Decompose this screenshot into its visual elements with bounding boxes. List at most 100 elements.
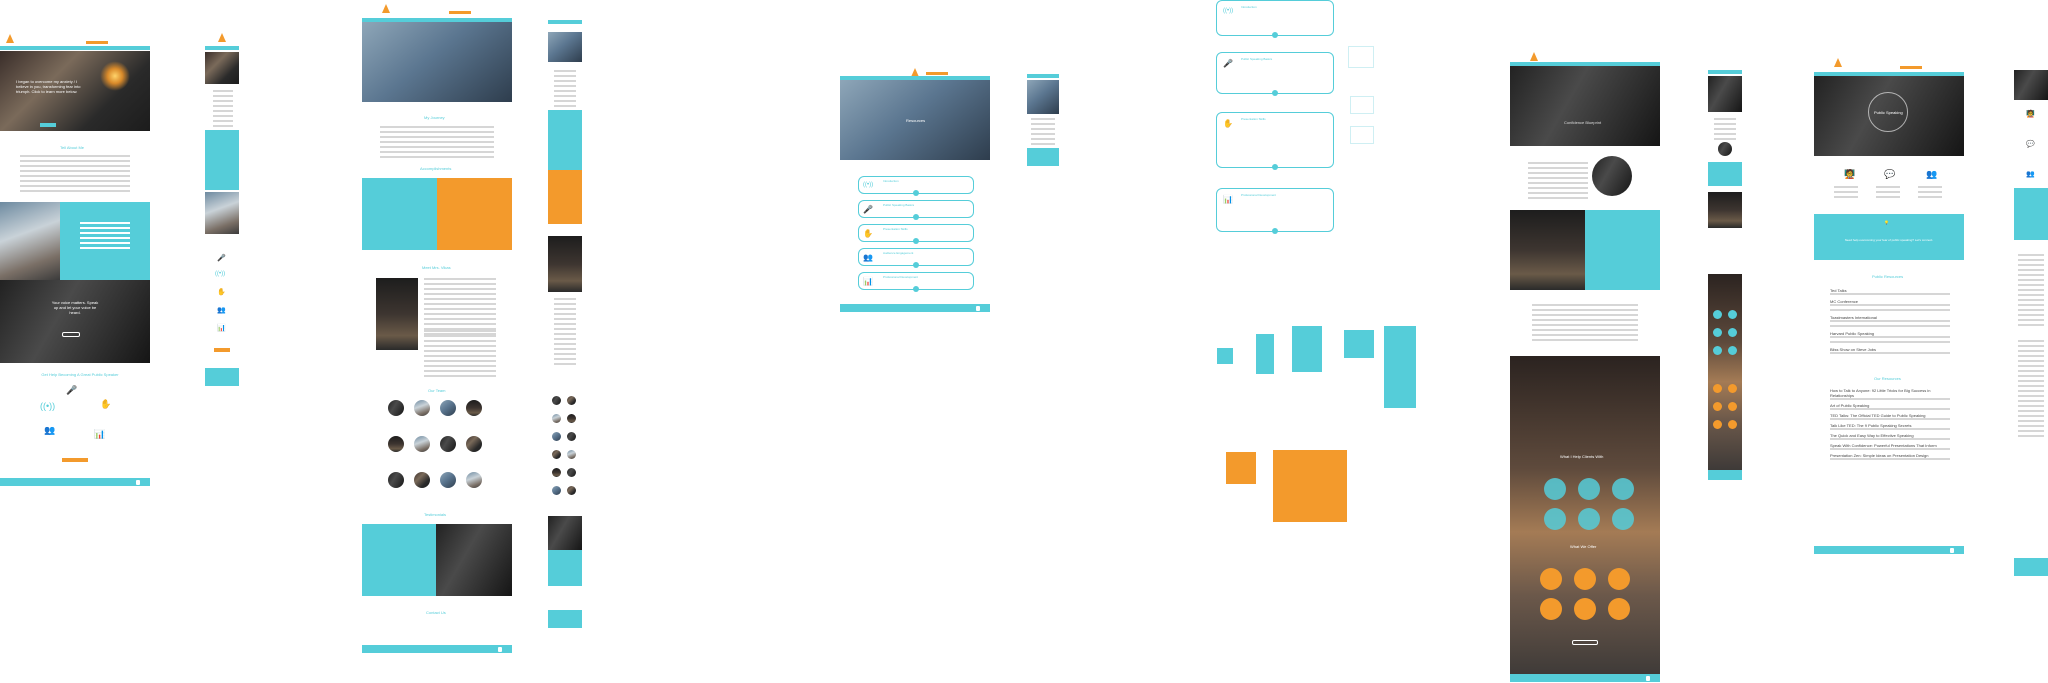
hands-image [1718, 142, 1732, 156]
speaker-icon[interactable]: 🧑‍🏫 [1844, 170, 1855, 179]
avatar[interactable] [440, 400, 456, 416]
cta-button[interactable] [214, 348, 230, 352]
lifestyle-page-desktop: Confidence Blueprint What I Help Clients… [1510, 52, 1660, 683]
avatar[interactable] [466, 400, 482, 416]
avatar[interactable] [552, 396, 561, 405]
service-card[interactable]: 👥 Audience Engagement [858, 248, 974, 268]
top-nav-bar[interactable] [548, 20, 582, 24]
service-circle[interactable] [1544, 478, 1566, 500]
avatar[interactable] [388, 436, 404, 452]
microphone-icon[interactable]: 🎤 [217, 254, 226, 263]
chart-icon[interactable]: 📊 [94, 430, 105, 439]
avatar[interactable] [552, 486, 561, 495]
testimonials-title: Testimonials [424, 512, 447, 517]
avatar[interactable] [414, 436, 430, 452]
logo-icon[interactable] [976, 305, 980, 311]
sitemap-node[interactable] [1384, 326, 1416, 408]
hero-image [1708, 76, 1742, 112]
top-nav-bar[interactable] [0, 46, 150, 50]
top-nav-bar[interactable] [205, 46, 239, 50]
learn-more-button[interactable] [1572, 640, 1598, 645]
top-nav-bar[interactable] [1027, 74, 1059, 78]
sitemap-node[interactable] [1344, 330, 1374, 358]
speaker-icon[interactable]: 🧑‍🏫 [2026, 110, 2035, 119]
offer-circle[interactable] [1608, 598, 1630, 620]
service-circle[interactable] [1612, 478, 1634, 500]
header-contact-button[interactable] [1900, 66, 1922, 69]
header-contact-button[interactable] [86, 41, 108, 44]
service-card[interactable]: ((•)) Introduction [1216, 0, 1334, 38]
group-icon[interactable]: 👥 [2026, 170, 2035, 179]
sitemap-orange-small[interactable] [1226, 452, 1256, 484]
avatar[interactable] [388, 472, 404, 488]
top-nav-bar[interactable] [1708, 70, 1742, 74]
article-link[interactable]: Speak With Confidence: Powerful Presenta… [1830, 443, 1950, 448]
logo-icon[interactable] [498, 646, 502, 652]
chat-icon[interactable]: 💬 [1884, 170, 1895, 179]
avatar[interactable] [440, 436, 456, 452]
service-circle[interactable] [1578, 508, 1600, 530]
chart-icon[interactable]: 📊 [217, 324, 226, 333]
service-card[interactable]: ✋ Presentation Skills [858, 224, 974, 244]
cta-button[interactable] [62, 458, 88, 462]
article-link[interactable]: How to Talk to Anyone: 92 Little Tricks … [1830, 388, 1950, 398]
logo-icon[interactable] [6, 34, 14, 43]
microphone-icon[interactable]: 🎤 [66, 386, 77, 395]
presentation-icon[interactable]: 👥 [217, 306, 226, 315]
resources-page-mobile: 🧑‍🏫 💬 👥 [2014, 70, 2048, 580]
logo-icon[interactable] [136, 479, 140, 485]
logo-icon[interactable] [1950, 547, 1954, 553]
avatar[interactable] [552, 414, 561, 423]
broadcast-icon[interactable]: ((•)) [40, 402, 55, 411]
logo-icon[interactable] [218, 33, 226, 42]
avatar[interactable] [388, 400, 404, 416]
avatar[interactable] [552, 450, 561, 459]
offer-circle[interactable] [1540, 568, 1562, 590]
hero-learn-more-button[interactable] [40, 123, 56, 127]
sitemap-node[interactable] [1217, 348, 1233, 364]
sitemap-node[interactable] [1256, 334, 1274, 374]
logo-icon[interactable] [1834, 58, 1842, 67]
avatar[interactable] [567, 486, 576, 495]
offer-circle[interactable] [1574, 598, 1596, 620]
broadcast-icon[interactable]: ((•)) [215, 270, 225, 279]
header-contact-button[interactable] [926, 72, 948, 75]
service-circle[interactable] [1544, 508, 1566, 530]
logo-icon[interactable] [1646, 675, 1650, 681]
hero-title: Public Speaking [1874, 110, 1903, 115]
service-circle[interactable] [1578, 478, 1600, 500]
avatar[interactable] [414, 400, 430, 416]
logo-icon[interactable] [382, 4, 390, 13]
avatar[interactable] [567, 414, 576, 423]
service-card[interactable]: 📊 Professional Development [1216, 188, 1334, 234]
avatar[interactable] [552, 468, 561, 477]
avatar[interactable] [440, 472, 456, 488]
offer-circle[interactable] [1540, 598, 1562, 620]
chat-icon[interactable]: 💬 [2026, 140, 2035, 149]
avatar[interactable] [567, 468, 576, 477]
offer-circle[interactable] [1574, 568, 1596, 590]
avatar[interactable] [567, 396, 576, 405]
sitemap-orange-large[interactable] [1273, 450, 1347, 522]
service-circle[interactable] [1612, 508, 1634, 530]
avatar[interactable] [552, 432, 561, 441]
avatar[interactable] [466, 436, 482, 452]
sitemap-node[interactable] [1292, 326, 1322, 372]
hand-icon[interactable]: ✋ [217, 288, 226, 297]
service-card[interactable]: ✋ Presentation Skills [1216, 112, 1334, 170]
service-card[interactable]: 📊 Professional Development [858, 272, 974, 292]
avatar[interactable] [414, 472, 430, 488]
header-contact-button[interactable] [449, 11, 471, 14]
service-card[interactable]: 🎤 Public Speaking Basics [858, 200, 974, 220]
avatar[interactable] [567, 432, 576, 441]
banner-button[interactable] [62, 332, 80, 337]
service-card[interactable]: ((•)) Introduction [858, 176, 974, 196]
presentation-icon[interactable]: 👥 [44, 426, 55, 435]
group-icon[interactable]: 👥 [1926, 170, 1937, 179]
avatar[interactable] [466, 472, 482, 488]
logo-icon[interactable] [1530, 52, 1538, 61]
offer-circle[interactable] [1608, 568, 1630, 590]
hand-icon[interactable]: ✋ [100, 400, 111, 409]
avatar[interactable] [567, 450, 576, 459]
service-card[interactable]: 🎤 Public Speaking Basics [1216, 52, 1334, 96]
